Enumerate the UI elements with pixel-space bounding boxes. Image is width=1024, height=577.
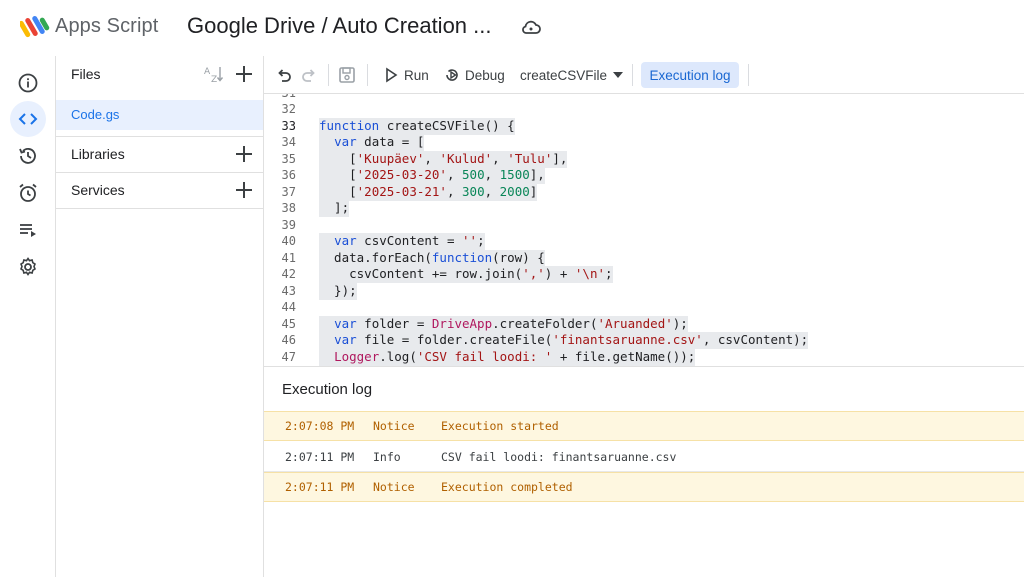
- file-item-code-gs[interactable]: Code.gs: [56, 100, 263, 130]
- code-line: 33 function createCSVFile() {: [281, 118, 515, 135]
- log-message: Execution completed: [441, 480, 573, 494]
- svg-text:A: A: [204, 67, 211, 77]
- undo-icon[interactable]: [276, 67, 292, 83]
- services-row[interactable]: Services: [56, 172, 263, 208]
- run-button[interactable]: Run: [383, 64, 429, 86]
- file-item-label: Code.gs: [71, 107, 120, 122]
- log-level: Notice: [373, 480, 415, 494]
- left-nav-rail: [0, 56, 56, 577]
- alarm-icon: [19, 183, 37, 202]
- overview-button[interactable]: [10, 65, 46, 101]
- log-time: 2:07:11 PM: [285, 480, 355, 494]
- code-line: 34 var data = [: [281, 134, 425, 151]
- code-line: 37 ['2025-03-21', 300, 2000]: [281, 184, 538, 201]
- settings-button[interactable]: [10, 249, 46, 285]
- triggers-button[interactable]: [10, 175, 46, 211]
- executions-icon: [20, 224, 36, 237]
- info-icon: [18, 73, 38, 93]
- add-file-plus-icon[interactable]: [235, 65, 253, 83]
- log-level: Info: [373, 449, 401, 464]
- toolbar-divider: [367, 64, 368, 86]
- editor-button[interactable]: [10, 101, 46, 137]
- function-select-value: createCSVFile: [520, 67, 608, 83]
- apps-script-logo-icon[interactable]: [20, 14, 50, 40]
- divider: [56, 208, 263, 209]
- log-message: Execution started: [441, 419, 559, 433]
- log-time: 2:07:08 PM: [285, 419, 355, 433]
- cloud-saved-icon: [522, 20, 541, 34]
- code-line: 42 csvContent += row.join(',') + '\n';: [281, 266, 613, 283]
- debug-label: Debug: [465, 67, 505, 83]
- debug-button[interactable]: Debug: [444, 64, 505, 86]
- code-editor[interactable]: 31 32 33function createCSVFile() { 34 va…: [264, 94, 1024, 366]
- history-icon: [19, 148, 36, 164]
- code-line: 45 var folder = DriveApp.createFolder('A…: [281, 316, 688, 333]
- services-label: Services: [71, 182, 125, 198]
- toolbar-divider: [328, 64, 329, 86]
- toolbar-divider: [748, 64, 749, 86]
- log-row: 2:07:08 PM Notice Execution started: [264, 411, 1024, 441]
- code-line: 41 data.forEach(function(row) {: [281, 250, 545, 267]
- code-line: 40 var csvContent = '';: [281, 233, 485, 250]
- debug-icon: [446, 69, 458, 81]
- log-time: 2:07:11 PM: [285, 449, 355, 464]
- libraries-row[interactable]: Libraries: [56, 136, 263, 172]
- code-line: 43 });: [281, 283, 357, 300]
- editor-toolbar: Run Debug createCSVFile Execution log: [264, 56, 1024, 94]
- files-panel: Files A Z Code.gs Libraries Services: [56, 56, 264, 577]
- app-name[interactable]: Apps Script: [55, 15, 158, 38]
- log-message: CSV fail loodi: finantsaruanne.csv: [441, 449, 677, 464]
- files-label: Files: [71, 66, 101, 82]
- function-select[interactable]: createCSVFile: [520, 64, 624, 86]
- sort-az-icon[interactable]: A Z: [203, 65, 225, 83]
- execution-log-panel: Execution log 2:07:08 PM Notice Executio…: [264, 366, 1024, 577]
- project-title[interactable]: Google Drive / Auto Creation ...: [187, 13, 492, 39]
- redo-icon[interactable]: [301, 67, 317, 83]
- project-history-button[interactable]: [10, 138, 46, 174]
- libraries-label: Libraries: [71, 146, 125, 162]
- code-line: 38 ];: [281, 200, 350, 217]
- code-line: 39: [281, 218, 296, 232]
- execution-log-title: Execution log: [282, 381, 373, 398]
- code-line: 47 Logger.log('CSV fail loodi: ' + file.…: [281, 349, 696, 366]
- code-line: 35 ['Kuupäev', 'Kulud', 'Tulu'],: [281, 151, 568, 168]
- log-row: 2:07:11 PM Notice Execution completed: [264, 472, 1024, 502]
- code-icon: [18, 113, 38, 125]
- code-line: 46 var file = folder.createFile('finants…: [281, 332, 809, 349]
- toolbar-divider: [632, 64, 633, 86]
- play-icon: [386, 67, 398, 83]
- save-icon[interactable]: [338, 66, 356, 84]
- execution-log-button[interactable]: Execution log: [641, 62, 739, 88]
- chevron-down-icon: [613, 72, 624, 78]
- log-level: Notice: [373, 419, 415, 433]
- log-row: 2:07:11 PM Info CSV fail loodi: finantsa…: [264, 442, 1024, 472]
- code-line: 44: [281, 300, 296, 314]
- code-line: 32: [281, 102, 296, 116]
- executions-button[interactable]: [10, 212, 46, 248]
- add-service-plus-icon[interactable]: [235, 181, 253, 199]
- add-library-plus-icon[interactable]: [235, 145, 253, 163]
- svg-text:Z: Z: [211, 75, 217, 83]
- run-label: Run: [404, 67, 429, 83]
- app-header: Apps Script Google Drive / Auto Creation…: [0, 0, 1024, 56]
- gear-icon: [20, 257, 36, 276]
- files-header: Files A Z: [56, 56, 263, 92]
- code-line: 36 ['2025-03-20', 500, 1500],: [281, 167, 545, 184]
